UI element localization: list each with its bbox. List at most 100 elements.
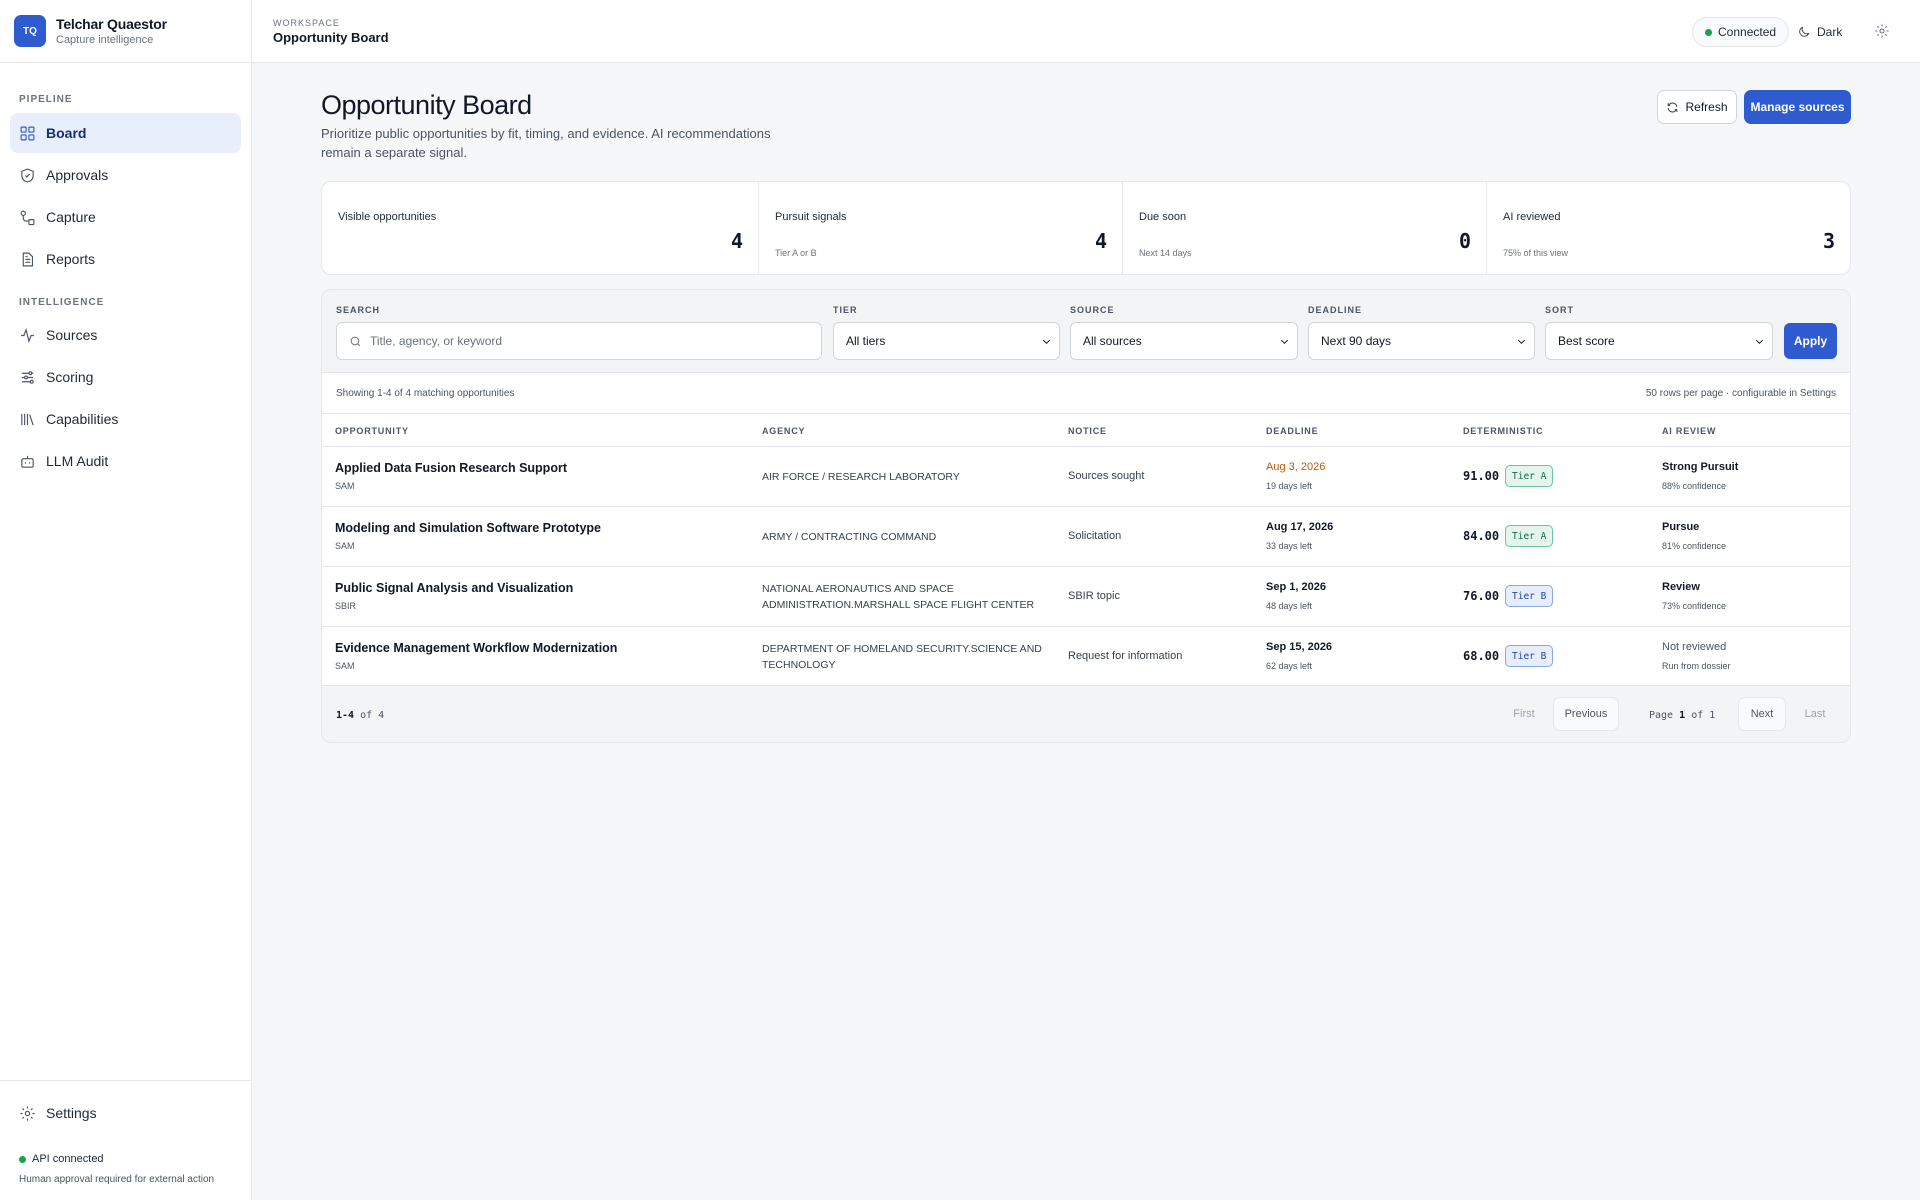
column-header-deterministic[interactable]: DETERMINISTIC (1463, 426, 1543, 436)
sidebar-item-scoring[interactable]: Scoring (10, 357, 241, 397)
nav-section-pipeline: PIPELINE (19, 94, 73, 105)
column-header-deadline[interactable]: DEADLINE (1266, 426, 1318, 436)
deadline-select[interactable]: Next 90 days (1308, 322, 1535, 360)
notice-type: SBIR topic (1068, 590, 1120, 602)
stat-label: Pursuit signals (775, 211, 847, 223)
table-row[interactable]: Public Signal Analysis and Visualization… (322, 567, 1850, 627)
refresh-icon (1668, 102, 1678, 112)
brand-name: Telchar Quaestor (56, 16, 167, 32)
range-of: of (360, 710, 373, 721)
sidebar-item-board[interactable]: Board (10, 113, 241, 153)
table-row[interactable]: Modeling and Simulation Software Prototy… (322, 507, 1850, 567)
column-header-opportunity[interactable]: OPPORTUNITY (335, 426, 409, 436)
deadline-select-value: Next 90 days (1321, 334, 1392, 348)
activity-icon (21, 327, 34, 343)
nav-section-intelligence: INTELLIGENCE (19, 297, 105, 308)
grid-icon (20, 126, 35, 140)
bot-icon (21, 455, 34, 468)
column-header-ai-review[interactable]: AI REVIEW (1662, 426, 1716, 436)
sidebar-item-label: Reports (46, 251, 96, 267)
stat-sub: 75% of this view (1503, 248, 1569, 258)
chevron-down-icon (1517, 339, 1526, 344)
deadline-date: Sep 15, 2026 (1266, 641, 1333, 653)
rows-per-page-note: 50 rows per page · configurable in Setti… (1645, 388, 1836, 399)
table-meta: Showing 1-4 of 4 matching opportunities … (322, 373, 1850, 414)
sidebar-item-capabilities[interactable]: Capabilities (10, 399, 241, 439)
opportunity-title[interactable]: Public Signal Analysis and Visualization (335, 581, 573, 595)
notice-type: Request for information (1068, 650, 1183, 662)
tier-badge: Tier A (1505, 465, 1554, 487)
sidebar-item-label: Settings (46, 1105, 97, 1121)
ai-recommendation: Pursue (1662, 521, 1700, 533)
current-page: 1 (1679, 710, 1686, 721)
source-select-value: All sources (1083, 334, 1142, 348)
deterministic-score: 91.00 (1463, 469, 1500, 483)
column-header-notice[interactable]: NOTICE (1068, 426, 1107, 436)
sort-select[interactable]: Best score (1545, 322, 1773, 360)
sidebar-item-capture[interactable]: Capture (10, 197, 241, 237)
table-row[interactable]: Applied Data Fusion Research Support SAM… (322, 447, 1850, 507)
sidebar-item-label: Sources (46, 327, 98, 343)
sidebar: TQ Telchar Quaestor Capture intelligence… (0, 0, 252, 1200)
refresh-button[interactable]: Refresh (1657, 90, 1737, 124)
tier-badge: Tier B (1505, 645, 1554, 667)
sidebar-item-sources[interactable]: Sources (10, 315, 241, 355)
days-left: 48 days left (1266, 601, 1313, 611)
agency: NATIONAL AERONAUTICS AND SPACE ADMINISTR… (762, 583, 1035, 611)
search-input[interactable]: Title, agency, or keyword (336, 322, 822, 360)
api-note: Human approval required for external act… (19, 1174, 215, 1185)
deadline-date: Sep 1, 2026 (1266, 581, 1326, 593)
stat-value: 0 (1458, 229, 1471, 253)
sidebar-item-approvals[interactable]: Approvals (10, 155, 241, 195)
gear-icon (1875, 24, 1889, 38)
stat-pursuit-signals: Pursuit signals Tier A or B 4 (759, 182, 1123, 274)
agency: AIR FORCE / RESEARCH LABORATORY (762, 471, 960, 483)
tier-select-value: All tiers (846, 334, 886, 348)
library-icon (21, 413, 34, 425)
source-select[interactable]: All sources (1070, 322, 1298, 360)
tier-select[interactable]: All tiers (833, 322, 1060, 360)
opportunity-title[interactable]: Modeling and Simulation Software Prototy… (335, 521, 601, 535)
sidebar-item-reports[interactable]: Reports (10, 239, 241, 279)
opportunity-title[interactable]: Applied Data Fusion Research Support (335, 461, 567, 475)
deterministic-score: 84.00 (1463, 529, 1500, 543)
next-page-button[interactable]: Next (1738, 697, 1786, 731)
sidebar-item-llm-audit[interactable]: LLM Audit (10, 441, 241, 481)
brand: TQ Telchar Quaestor Capture intelligence (0, 0, 251, 63)
deadline-date: Aug 17, 2026 (1266, 521, 1334, 533)
last-page-button[interactable]: Last (1793, 697, 1837, 731)
tier-label: TIER (833, 305, 858, 315)
ai-confidence: 88% confidence (1662, 481, 1727, 491)
settings-button[interactable] (1874, 23, 1890, 39)
sidebar-item-label: Capabilities (46, 411, 119, 427)
first-page-button[interactable]: First (1502, 697, 1546, 731)
status-dot-icon (1705, 28, 1712, 36)
ai-confidence: 81% confidence (1662, 541, 1727, 551)
sidebar-item-settings[interactable]: Settings (10, 1093, 241, 1133)
range-total: 4 (378, 710, 385, 721)
filter-bar: SEARCH Title, agency, or keyword TIER Al… (322, 290, 1850, 372)
stat-due-soon: Due soon Next 14 days 0 (1123, 182, 1487, 274)
table-row[interactable]: Evidence Management Workflow Modernizati… (322, 627, 1850, 687)
manage-sources-button[interactable]: Manage sources (1744, 90, 1851, 124)
notice-type: Sources sought (1068, 470, 1145, 482)
previous-page-button[interactable]: Previous (1553, 697, 1619, 731)
stat-ai-reviewed: AI reviewed 75% of this view 3 (1487, 182, 1850, 274)
pagination: 1-4 of 4 First Previous Page 1 of 1 Next… (322, 686, 1850, 742)
search-icon (350, 336, 361, 346)
opportunity-title[interactable]: Evidence Management Workflow Modernizati… (335, 641, 617, 655)
column-header-agency[interactable]: AGENCY (762, 426, 805, 436)
workspace-title: Opportunity Board (273, 30, 389, 45)
showing-count: Showing 1-4 of 4 matching opportunities (336, 388, 515, 399)
notice-type: Solicitation (1068, 530, 1122, 542)
agency: ARMY / CONTRACTING COMMAND (762, 531, 937, 543)
page-label: Page (1649, 710, 1674, 721)
deadline-label: DEADLINE (1308, 305, 1363, 315)
stat-value: 3 (1822, 229, 1835, 253)
apply-button[interactable]: Apply (1784, 323, 1837, 359)
theme-toggle-button[interactable]: Dark (1797, 20, 1842, 44)
search-placeholder: Title, agency, or keyword (370, 334, 503, 348)
ai-recommendation: Not reviewed (1662, 641, 1727, 653)
days-left: 19 days left (1266, 481, 1313, 491)
chevron-down-icon (1755, 339, 1764, 344)
